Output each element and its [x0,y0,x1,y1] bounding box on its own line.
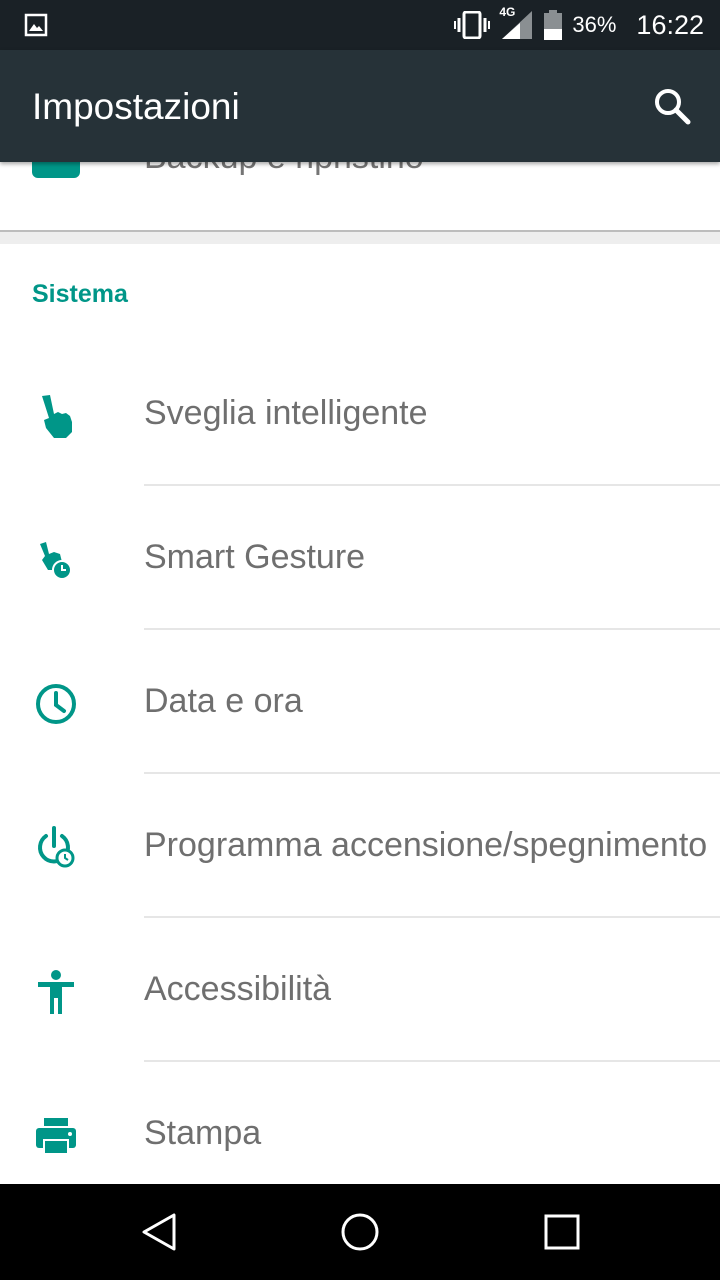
vibrate-icon [454,11,491,39]
clock-icon [32,680,80,728]
settings-item-accessibility[interactable]: Accessibilità [0,918,720,1062]
home-icon[interactable] [340,1212,380,1257]
battery-percent: 36% [572,12,617,37]
section-divider [0,230,720,244]
settings-item-power-schedule[interactable]: Programma accensione/spegnimento [0,774,720,918]
app-bar: Impostazioni [0,50,720,162]
settings-item-label: Sveglia intelligente [144,394,428,432]
section-title: Sistema [32,280,128,308]
network-type: 4G [499,5,516,19]
recents-icon[interactable] [542,1212,582,1257]
gesture-clock-icon [32,536,80,584]
backup-icon [32,162,80,191]
settings-item-smart-wake[interactable]: Sveglia intelligente [0,342,720,486]
settings-item-label: Smart Gesture [144,538,366,576]
battery-icon [544,10,563,40]
power-schedule-icon [32,824,80,872]
settings-item-print[interactable]: Stampa [0,1062,720,1184]
clock-time: 16:22 [636,9,704,40]
settings-item-label: Accessibilità [144,970,332,1008]
settings-list: Backup e ripristino Sistema Sveglia inte… [0,162,720,1184]
search-icon[interactable] [650,84,694,128]
accessibility-icon [32,968,80,1016]
hand-pointer-icon [32,392,80,440]
settings-item-date-time[interactable]: Data e ora [0,630,720,774]
settings-item-smart-gesture[interactable]: Smart Gesture [0,486,720,630]
page-title: Impostazioni [32,86,240,127]
back-icon[interactable] [140,1212,180,1257]
status-bar: 4G 36% 16:22 [0,0,720,50]
settings-item-label: Programma accensione/spegnimento [144,826,708,864]
navigation-bar [0,1184,720,1280]
settings-item-backup[interactable]: Backup e ripristino [0,162,720,230]
signal-icon: 4G [499,5,533,39]
settings-item-label: Stampa [144,1114,262,1152]
settings-item-label: Data e ora [144,682,303,720]
settings-item-label: Backup e ripristino [144,162,424,177]
image-notification-icon [24,13,48,42]
printer-icon [32,1112,80,1160]
